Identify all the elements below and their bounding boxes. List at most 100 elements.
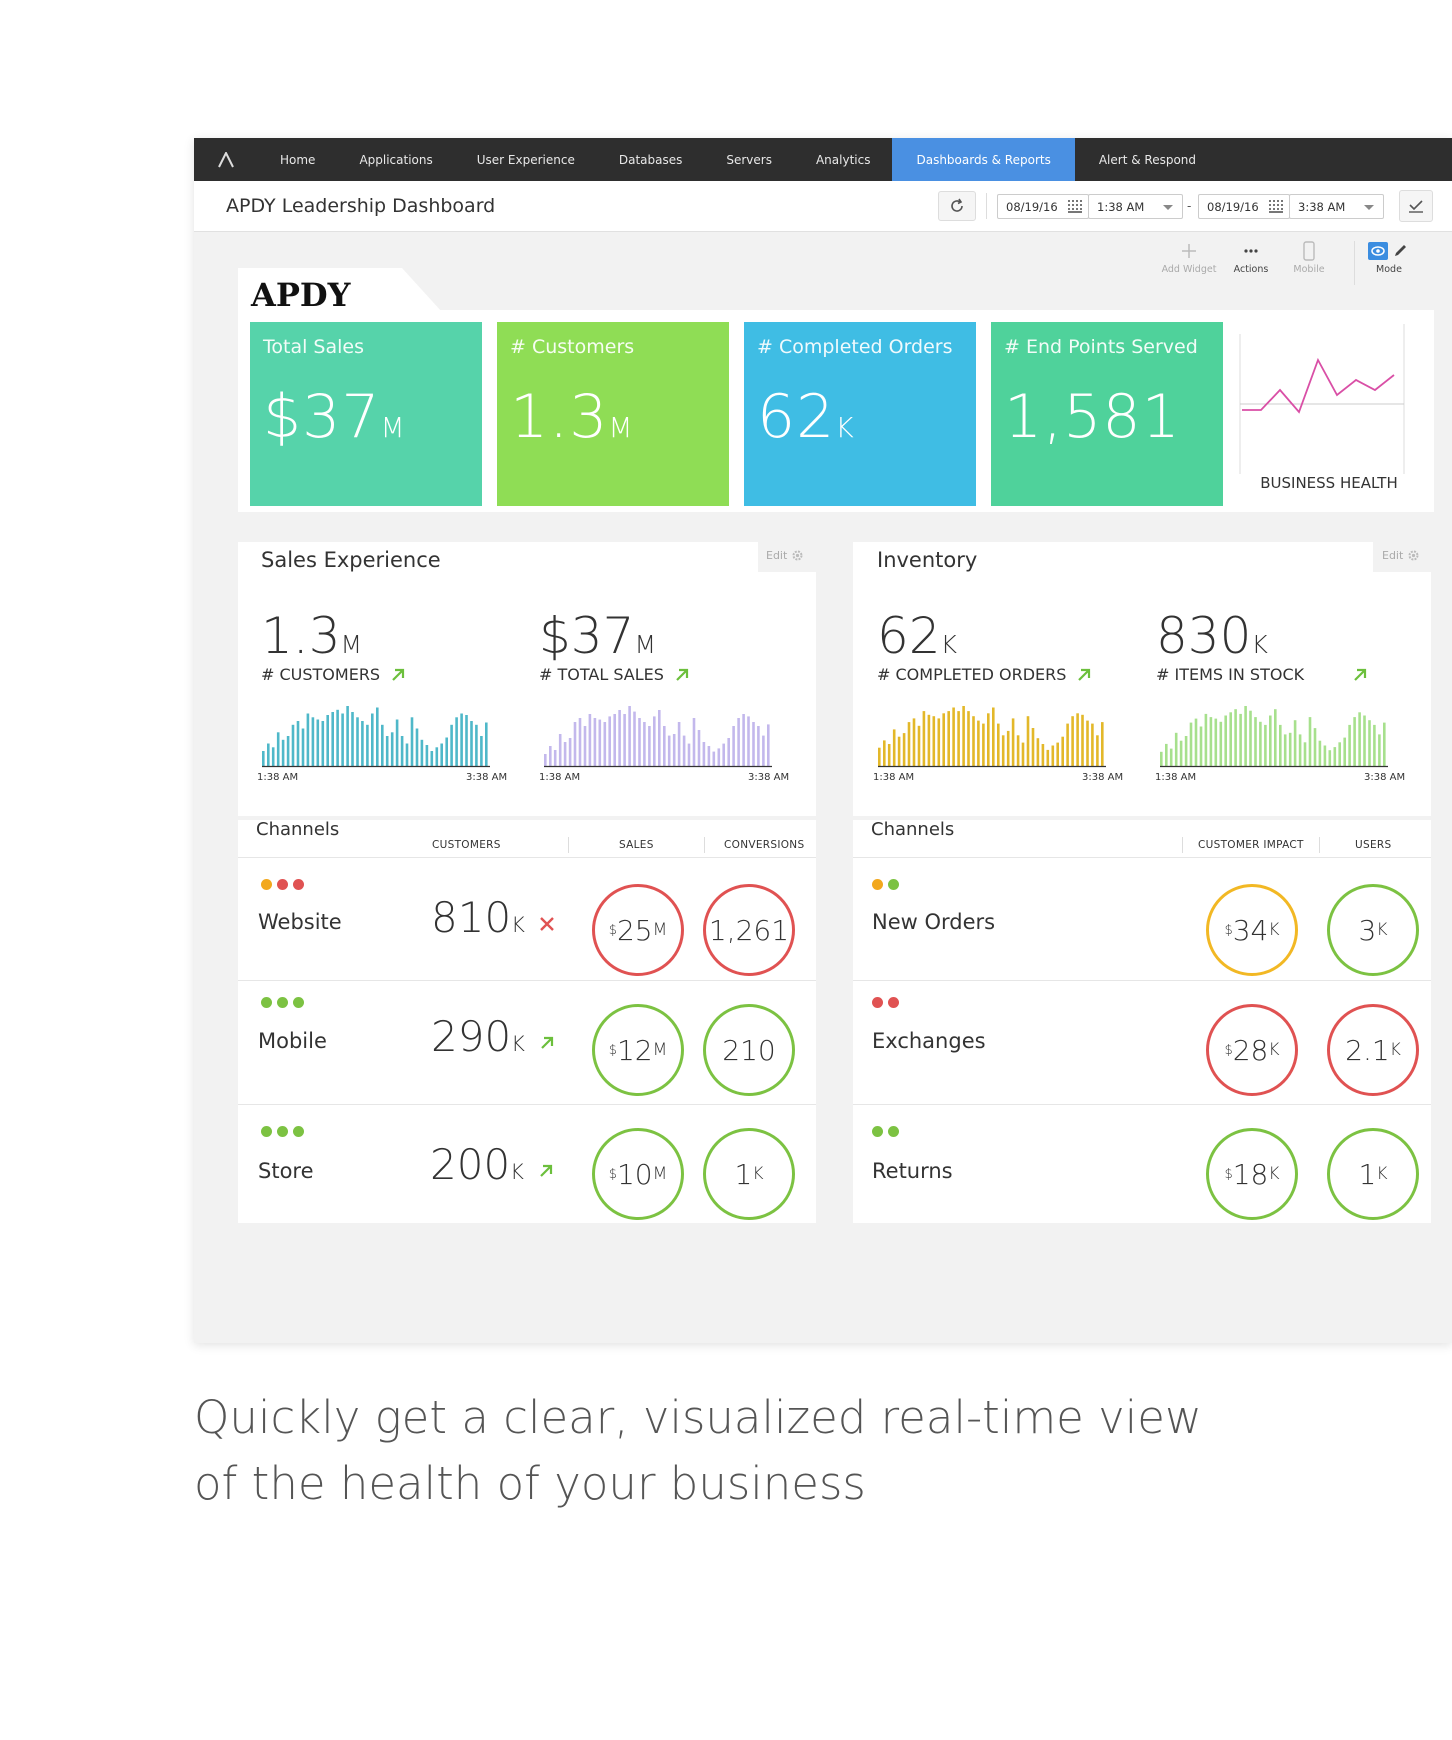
conversions-circle[interactable]: 210 bbox=[703, 1004, 795, 1096]
spark-bar bbox=[1288, 732, 1292, 766]
mobile-button[interactable]: Mobile bbox=[1274, 238, 1344, 275]
edit-inventory-button[interactable]: Edit bbox=[1382, 549, 1420, 562]
divider bbox=[853, 857, 1431, 858]
channel-customers-value: 290 K bbox=[431, 1016, 555, 1058]
users-circle[interactable]: 2.1 K bbox=[1327, 1004, 1419, 1096]
spark-bar bbox=[1224, 715, 1227, 766]
spark-bar bbox=[321, 721, 325, 766]
spark-bar bbox=[962, 706, 965, 766]
spark-bar bbox=[952, 707, 955, 766]
sales-circle[interactable]: $12 M bbox=[592, 1004, 684, 1096]
inventory-title: Inventory bbox=[877, 548, 978, 572]
eye-icon[interactable] bbox=[1368, 242, 1388, 260]
refresh-button[interactable] bbox=[938, 191, 976, 221]
customer-impact-circle[interactable]: $28 K bbox=[1206, 1004, 1298, 1096]
gear-icon bbox=[792, 550, 803, 561]
to-date-value: 08/19/16 bbox=[1207, 199, 1259, 214]
spark-start-time: 1:38 AM bbox=[539, 772, 581, 783]
spark-bar bbox=[977, 720, 980, 766]
spark-bar bbox=[1169, 748, 1173, 766]
status-dot bbox=[872, 1126, 883, 1137]
spark-bar bbox=[1006, 730, 1010, 766]
sales-circle[interactable]: $10 M bbox=[592, 1128, 684, 1220]
kpi-total-sales[interactable]: Total Sales $37M bbox=[250, 322, 482, 506]
nav-user-experience[interactable]: User Experience bbox=[455, 138, 597, 181]
tagline-line-1: Quickly get a clear, visualized real-tim… bbox=[194, 1391, 1202, 1444]
metric-label: # TOTAL SALES bbox=[539, 665, 664, 684]
nav-alert-respond[interactable]: Alert & Respond bbox=[1075, 138, 1220, 181]
trend-up-icon bbox=[676, 668, 689, 681]
nav-databases[interactable]: Databases bbox=[597, 138, 705, 181]
spark-bar bbox=[1071, 716, 1074, 766]
spark-bar bbox=[1061, 736, 1064, 766]
nav-analytics[interactable]: Analytics bbox=[794, 138, 893, 181]
users-circle[interactable]: 1K bbox=[1327, 1128, 1419, 1220]
customer-impact-circle[interactable]: $18 K bbox=[1206, 1128, 1298, 1220]
spark-bar bbox=[361, 721, 364, 766]
kpi-completed-orders[interactable]: # Completed Orders 62K bbox=[744, 322, 976, 506]
spark-bar bbox=[1194, 718, 1198, 766]
spark-bar bbox=[1021, 742, 1025, 766]
divider bbox=[853, 1104, 1431, 1105]
nav-home[interactable]: Home bbox=[258, 138, 337, 181]
spark-bar bbox=[1199, 726, 1203, 766]
spark-bar bbox=[1358, 712, 1361, 766]
spark-bar bbox=[1174, 732, 1178, 766]
trend-up-icon bbox=[541, 1036, 554, 1049]
spark-bar bbox=[410, 717, 414, 767]
spark-bar bbox=[1279, 724, 1282, 766]
brand-tab-corner bbox=[397, 268, 442, 312]
users-circle[interactable]: 3K bbox=[1327, 884, 1419, 976]
spark-bar bbox=[727, 738, 730, 766]
spark-bar bbox=[1204, 713, 1208, 766]
spark-bar bbox=[1249, 710, 1252, 766]
spark-bar bbox=[653, 716, 656, 766]
spark-bar bbox=[1348, 724, 1351, 766]
app-logo-icon[interactable] bbox=[194, 138, 258, 181]
pencil-icon[interactable] bbox=[1390, 242, 1410, 260]
kpi-customers[interactable]: # Customers 1.3M bbox=[497, 322, 729, 506]
business-health-widget[interactable]: BUSINESS HEALTH bbox=[1234, 324, 1424, 504]
spark-bar bbox=[301, 728, 305, 766]
spark-bar bbox=[1303, 742, 1307, 766]
spark-bar bbox=[892, 729, 896, 766]
spark-bar bbox=[752, 722, 755, 766]
spark-end-time: 3:38 AM bbox=[466, 772, 508, 783]
kpi-end-points-served[interactable]: # End Points Served 1,581 bbox=[991, 322, 1223, 506]
spark-bar bbox=[717, 748, 721, 766]
spark-bar bbox=[1096, 735, 1099, 766]
spark-bar bbox=[1338, 742, 1341, 766]
spark-bar bbox=[1353, 717, 1356, 766]
metric-value: 830 bbox=[1156, 607, 1252, 665]
spark-bar bbox=[1081, 714, 1084, 766]
more-icon bbox=[1244, 249, 1258, 253]
spark-bar bbox=[702, 742, 706, 766]
apply-range-button[interactable] bbox=[1399, 190, 1433, 222]
from-date-field[interactable]: 08/19/16 bbox=[997, 194, 1089, 219]
status-dots bbox=[261, 879, 304, 890]
spark-bar bbox=[942, 713, 945, 766]
nav-applications[interactable]: Applications bbox=[337, 138, 454, 181]
col-separator bbox=[1319, 837, 1320, 853]
to-time-value: 3:38 AM bbox=[1298, 199, 1346, 214]
to-time-select[interactable]: 3:38 AM bbox=[1289, 194, 1384, 219]
nav-dashboards-reports[interactable]: Dashboards & Reports bbox=[892, 138, 1075, 181]
customers-sparkline bbox=[262, 706, 490, 768]
customer-impact-circle[interactable]: $34 K bbox=[1206, 884, 1298, 976]
spark-bar bbox=[658, 710, 661, 766]
toolbar-separator bbox=[986, 193, 987, 219]
conversions-circle[interactable]: 1,261 bbox=[703, 884, 795, 976]
spark-bar bbox=[306, 713, 310, 766]
nav-servers[interactable]: Servers bbox=[704, 138, 794, 181]
edit-sales-experience-button[interactable]: Edit bbox=[766, 549, 804, 562]
from-time-select[interactable]: 1:38 AM bbox=[1088, 194, 1183, 219]
spark-bar bbox=[897, 736, 901, 766]
mode-toggle[interactable]: Mode bbox=[1354, 238, 1424, 275]
spark-bar bbox=[707, 746, 711, 766]
to-date-field[interactable]: 08/19/16 bbox=[1198, 194, 1290, 219]
add-widget-button[interactable]: Add Widget bbox=[1154, 238, 1224, 275]
spark-bar bbox=[1189, 722, 1193, 766]
conversions-circle[interactable]: 1K bbox=[703, 1128, 795, 1220]
spark-bar bbox=[450, 724, 453, 767]
sales-circle[interactable]: $25 M bbox=[592, 884, 684, 976]
